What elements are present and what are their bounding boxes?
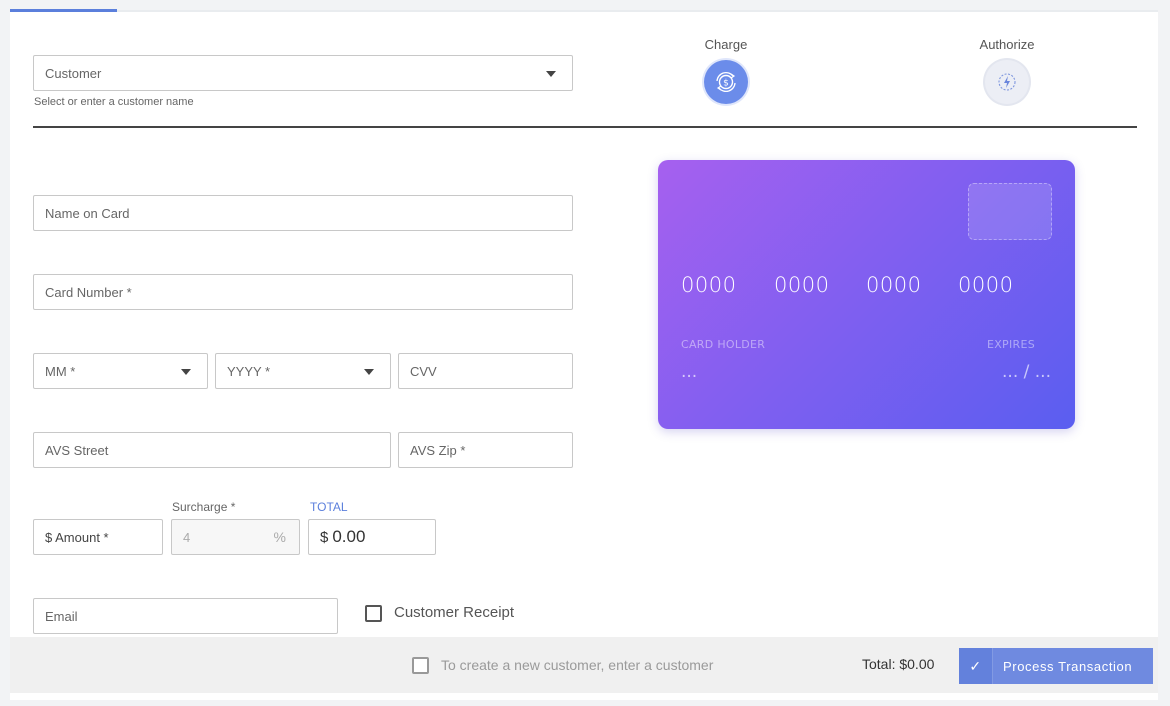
svg-text:$: $ <box>723 79 729 89</box>
avs-street-placeholder: AVS Street <box>45 442 109 458</box>
customer-select[interactable]: Customer <box>33 55 573 91</box>
card-chip <box>968 183 1052 240</box>
check-icon: ✓ <box>959 648 993 684</box>
total-field: $ 0.00 <box>308 519 436 555</box>
avs-zip-input[interactable]: AVS Zip * <box>398 432 573 468</box>
expires-value: ... / ... <box>1002 362 1051 382</box>
footer-total: Total: $0.00 <box>862 656 935 672</box>
card-digits-group-3: 0000 <box>866 273 922 297</box>
surcharge-value: 4 <box>183 529 191 545</box>
card-digits-group-4: 0000 <box>958 273 1014 297</box>
avs-street-input[interactable]: AVS Street <box>33 432 391 468</box>
name-on-card-input[interactable]: Name on Card <box>33 195 573 231</box>
card-digits-group-1: 0000 <box>681 273 737 297</box>
percent-unit: % <box>273 529 286 545</box>
process-transaction-label: Process Transaction <box>1003 658 1133 674</box>
total-label: TOTAL <box>310 500 348 514</box>
customer-select-label: Customer <box>45 65 102 81</box>
surcharge-label: Surcharge * <box>172 500 236 514</box>
card-number-placeholder: Card Number * <box>45 284 132 300</box>
card-holder-value: ... <box>681 362 698 382</box>
customer-receipt-label[interactable]: Customer Receipt <box>394 604 514 621</box>
lightning-icon <box>985 60 1029 104</box>
expires-label: EXPIRES <box>986 338 1035 351</box>
authorize-label: Authorize <box>979 37 1035 52</box>
active-tab-indicator <box>10 9 117 12</box>
card-preview: 0000 0000 0000 0000 CARD HOLDER ... EXPI… <box>658 160 1075 429</box>
create-customer-checkbox[interactable] <box>412 657 429 674</box>
year-select[interactable]: YYYY * <box>215 353 391 389</box>
customer-receipt-checkbox[interactable] <box>365 605 382 622</box>
create-customer-label: To create a new customer, enter a custom… <box>441 657 714 673</box>
avs-zip-placeholder: AVS Zip * <box>410 442 466 458</box>
name-on-card-placeholder: Name on Card <box>45 205 130 221</box>
email-placeholder: Email <box>45 608 78 624</box>
month-select[interactable]: MM * <box>33 353 208 389</box>
amount-placeholder: $ Amount * <box>45 529 109 545</box>
chevron-down-icon <box>546 71 556 77</box>
total-currency: $ <box>320 528 329 546</box>
dollar-refresh-icon: $ <box>704 60 748 104</box>
card-digits-group-2: 0000 <box>774 273 830 297</box>
amount-input[interactable]: $ Amount * <box>33 519 163 555</box>
year-select-label: YYYY * <box>227 363 271 379</box>
card-holder-label: CARD HOLDER <box>681 338 766 351</box>
month-select-label: MM * <box>45 363 76 379</box>
email-input[interactable]: Email <box>33 598 338 634</box>
total-value: 0.00 <box>332 527 366 546</box>
card-number-input[interactable]: Card Number * <box>33 274 573 310</box>
process-transaction-button[interactable]: ✓ Process Transaction <box>959 648 1153 684</box>
cvv-input[interactable]: CVV <box>398 353 573 389</box>
authorize-option[interactable]: Authorize <box>947 37 1067 104</box>
surcharge-input: 4 % <box>171 519 300 555</box>
section-divider <box>33 126 1137 128</box>
charge-label: Charge <box>704 37 748 52</box>
charge-option[interactable]: Charge $ <box>666 37 786 104</box>
customer-hint: Select or enter a customer name <box>34 96 194 108</box>
chevron-down-icon <box>364 369 374 375</box>
chevron-down-icon <box>181 369 191 375</box>
cvv-placeholder: CVV <box>410 363 437 379</box>
